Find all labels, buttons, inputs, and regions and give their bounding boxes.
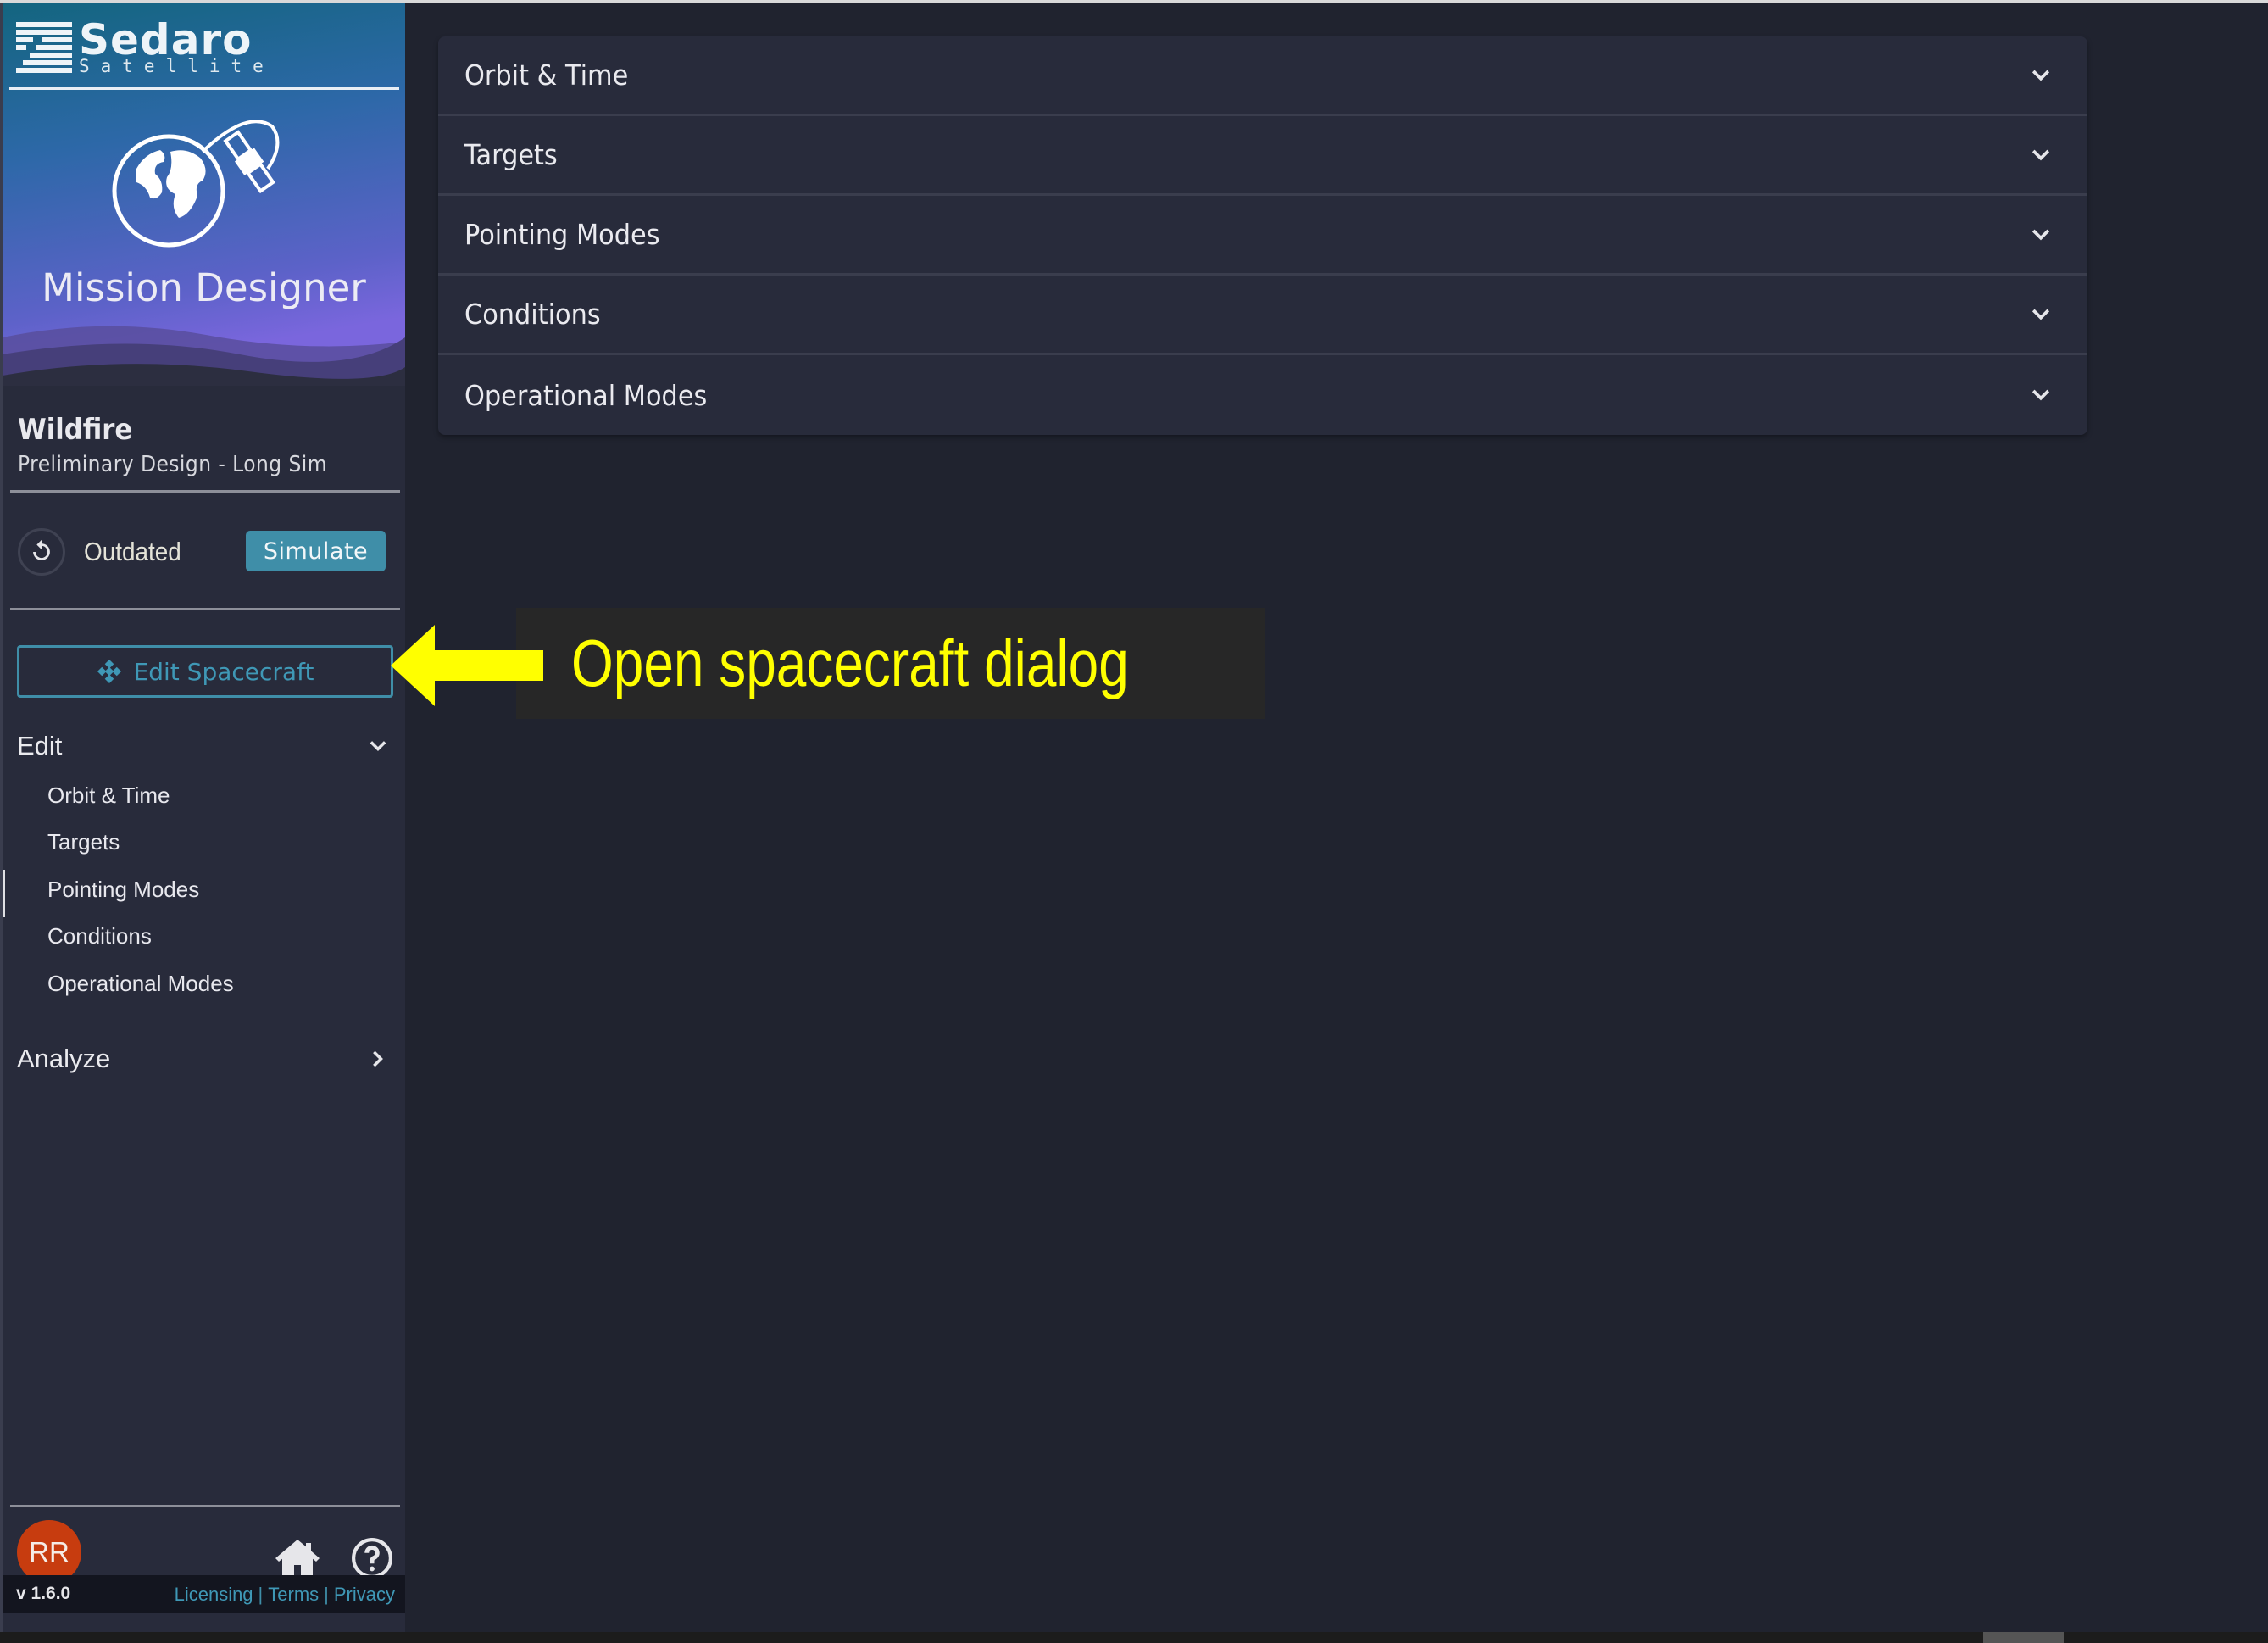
chevron-down-icon (2032, 309, 2050, 320)
sidebar-footer: v 1.6.0 Licensing | Terms | Privacy (3, 1575, 405, 1613)
simulation-status: Outdated Simulate (18, 528, 391, 579)
scrollbar-thumb[interactable] (1983, 1632, 2064, 1643)
project-branch: Preliminary Design - Long Sim (18, 452, 327, 477)
annotation-callout: Open spacecraft dialog (516, 608, 1265, 719)
sedaro-logo-icon (16, 22, 72, 73)
company-name: Sedaro (79, 14, 253, 64)
project-name: Wildfire (18, 413, 133, 447)
accordion-targets[interactable]: Targets (438, 116, 2087, 196)
status-text: Outdated (84, 537, 181, 566)
link-separator: | (324, 1584, 329, 1605)
nav-item-targets[interactable]: Targets (47, 829, 120, 855)
chevron-down-icon (2032, 389, 2050, 401)
licensing-link[interactable]: Licensing (175, 1584, 253, 1605)
brand-header: Sedaro Satellite Mission Designer (3, 3, 405, 386)
active-nav-indicator (3, 870, 5, 917)
divider (10, 608, 400, 610)
nav-section-label: Edit (17, 731, 63, 760)
annotation-text: Open spacecraft dialog (571, 626, 1129, 700)
help-icon[interactable] (351, 1537, 393, 1579)
sedaro-logo[interactable]: Sedaro Satellite (16, 16, 275, 77)
app-version: v 1.6.0 (16, 1584, 71, 1603)
company-subtitle: Satellite (79, 55, 275, 76)
globe-satellite-icon (112, 120, 280, 248)
accordion-operational-modes[interactable]: Operational Modes (438, 355, 2087, 435)
main-content: Orbit & Time Targets Pointing Modes Cond… (405, 3, 2268, 1632)
nav-item-orbit-time[interactable]: Orbit & Time (47, 783, 170, 809)
chevron-down-icon (370, 741, 386, 751)
accordion-conditions[interactable]: Conditions (438, 276, 2087, 355)
privacy-link[interactable]: Privacy (334, 1584, 395, 1605)
accordion-label: Conditions (464, 298, 601, 331)
sidebar-bottom-edge (0, 1632, 405, 1643)
nav-section-analyze[interactable]: Analyze (17, 1040, 390, 1078)
sidebar: Sedaro Satellite Mission Designer Wildfi… (0, 3, 405, 1632)
edit-spacecraft-button[interactable]: Edit Spacecraft (17, 645, 393, 698)
accordion-pointing-modes[interactable]: Pointing Modes (438, 196, 2087, 276)
nav-item-operational-modes[interactable]: Operational Modes (47, 971, 234, 997)
accordion-label: Operational Modes (464, 378, 708, 412)
simulate-button[interactable]: Simulate (246, 531, 386, 571)
annotation-arrow-left-icon (391, 625, 543, 706)
nav-section-edit[interactable]: Edit (17, 727, 390, 765)
project-info: Wildfire Preliminary Design - Long Sim (18, 413, 362, 477)
home-icon[interactable] (274, 1535, 321, 1578)
brand-divider (9, 87, 399, 90)
satellite-icon (97, 659, 121, 684)
nav-item-pointing-modes[interactable]: Pointing Modes (47, 877, 199, 903)
divider (10, 1505, 400, 1507)
nav-item-conditions[interactable]: Conditions (47, 923, 152, 950)
link-separator: | (258, 1584, 264, 1605)
chevron-right-icon (373, 1050, 383, 1067)
divider (10, 490, 400, 493)
refresh-button[interactable] (18, 528, 65, 576)
nav-section-label: Analyze (17, 1044, 111, 1073)
terms-link[interactable]: Terms (268, 1584, 319, 1605)
chevron-down-icon (2032, 149, 2050, 160)
accordion-label: Orbit & Time (464, 58, 629, 92)
chevron-down-icon (2032, 70, 2050, 81)
edit-accordion: Orbit & Time Targets Pointing Modes Cond… (438, 36, 2087, 435)
accordion-label: Pointing Modes (464, 218, 660, 251)
chevron-down-icon (2032, 229, 2050, 240)
horizontal-scrollbar[interactable] (405, 1632, 2268, 1643)
brand-waves-decoration (3, 326, 405, 386)
footer-links: Licensing | Terms | Privacy (175, 1584, 395, 1606)
edit-spacecraft-label: Edit Spacecraft (133, 657, 314, 686)
accordion-label: Targets (464, 138, 558, 171)
refresh-icon (33, 539, 50, 560)
accordion-orbit-time[interactable]: Orbit & Time (438, 36, 2087, 116)
app-name: Mission Designer (42, 265, 366, 310)
